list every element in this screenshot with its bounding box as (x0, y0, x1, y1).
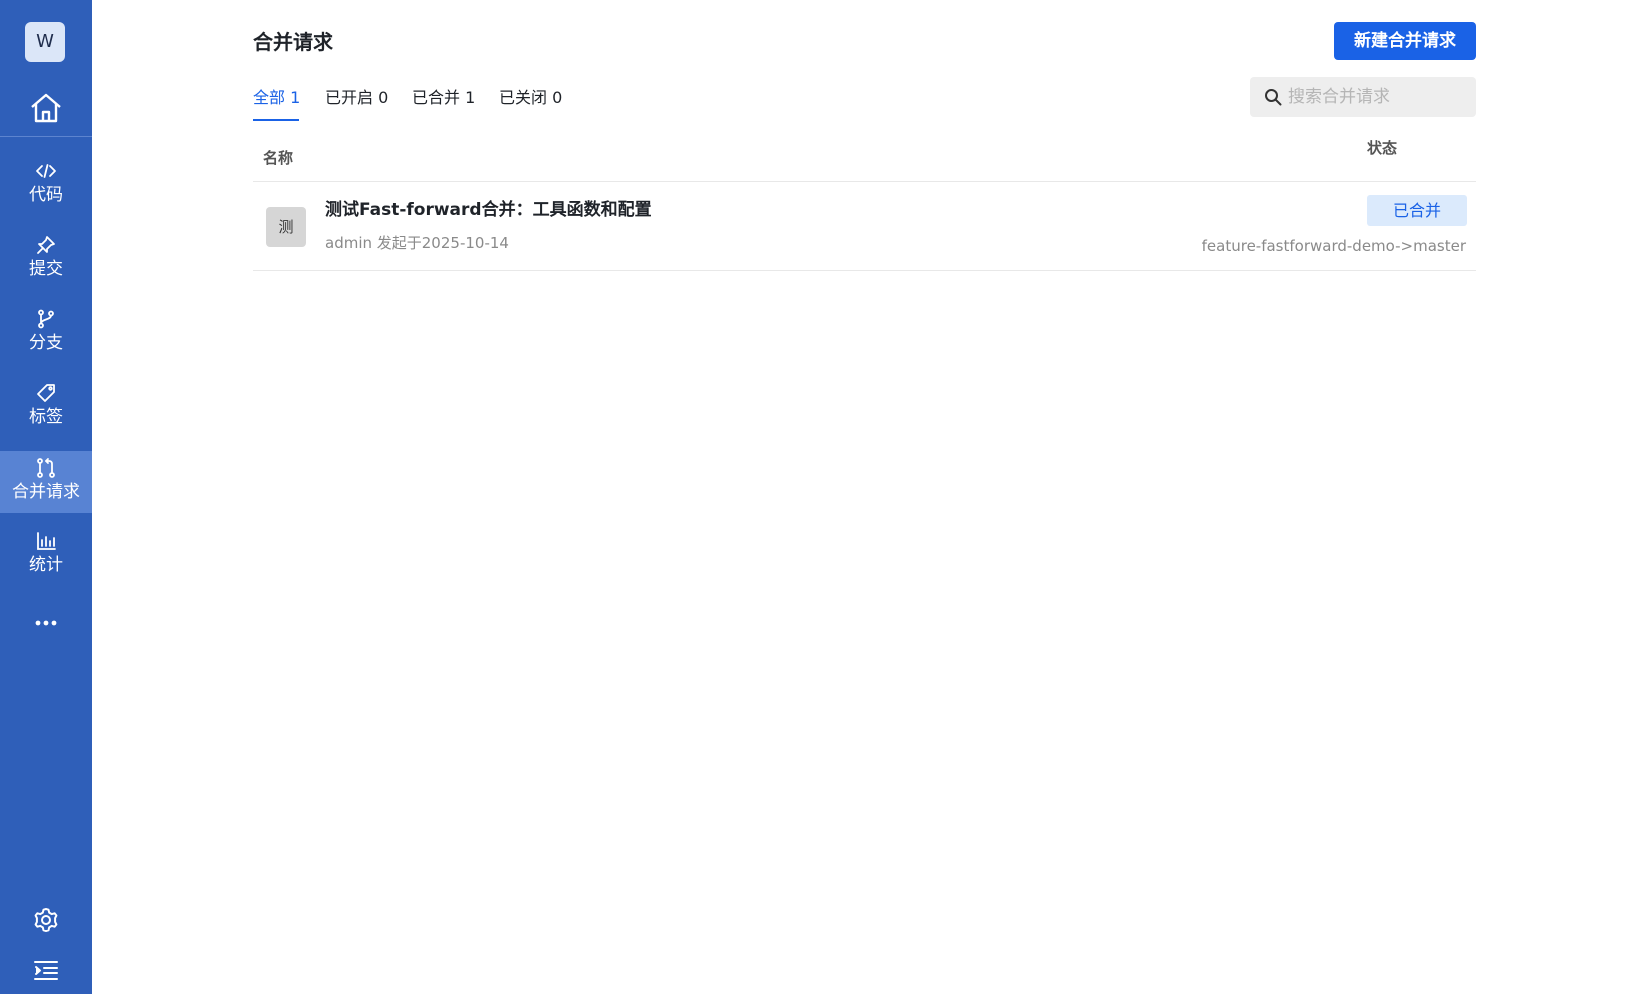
home-icon[interactable] (28, 90, 64, 126)
branch-info: feature-fastforward-demo->master (1201, 237, 1466, 255)
merge-request-icon (37, 458, 55, 478)
tab-closed[interactable]: 已关闭 0 (499, 86, 562, 110)
tab-all[interactable]: 全部 1 (253, 86, 300, 110)
bar-chart-icon (37, 532, 56, 550)
sidebar: W 代码 提交 分支 标签 合并请求 统计 (0, 0, 92, 994)
sidebar-item-label: 标签 (29, 407, 63, 427)
table-divider (253, 270, 1476, 271)
branch-icon (38, 309, 54, 329)
sidebar-item-code[interactable]: 代码 (0, 160, 92, 222)
sidebar-item-label: 统计 (29, 555, 63, 575)
merge-request-meta: admin 发起于2025-10-14 (325, 234, 509, 252)
new-merge-request-button[interactable]: 新建合并请求 (1334, 22, 1476, 60)
sidebar-item-label: 合并请求 (12, 482, 80, 502)
search-box[interactable] (1250, 77, 1476, 117)
search-icon (1265, 89, 1282, 106)
status-badge: 已合并 (1367, 195, 1467, 226)
merge-request-title[interactable]: 测试Fast-forward合并：工具函数和配置 (325, 198, 652, 222)
pin-icon (37, 236, 55, 254)
column-header-status: 状态 (1367, 139, 1398, 157)
active-tab-indicator (253, 119, 299, 121)
sidebar-item-label: 代码 (29, 185, 63, 205)
tag-icon (37, 384, 55, 402)
collapse-sidebar-icon[interactable] (33, 959, 59, 981)
page-title: 合并请求 (253, 30, 333, 54)
sidebar-item-merge-requests[interactable]: 合并请求 (0, 451, 92, 513)
code-icon (36, 164, 56, 178)
column-header-name: 名称 (263, 149, 294, 167)
sidebar-item-tags[interactable]: 标签 (0, 382, 92, 444)
search-input[interactable] (1288, 77, 1468, 117)
merge-request-avatar: 测 (266, 207, 306, 247)
sidebar-item-label: 提交 (29, 259, 63, 279)
user-avatar[interactable]: W (25, 22, 65, 62)
gear-icon[interactable] (32, 906, 60, 934)
tab-open[interactable]: 已开启 0 (325, 86, 388, 110)
sidebar-item-label: 分支 (29, 333, 63, 353)
tab-merged[interactable]: 已合并 1 (412, 86, 475, 110)
sidebar-item-branches[interactable]: 分支 (0, 308, 92, 370)
more-icon[interactable] (33, 618, 59, 628)
sidebar-divider (0, 136, 92, 137)
table-divider (253, 181, 1476, 182)
sidebar-item-stats[interactable]: 统计 (0, 530, 92, 592)
sidebar-item-commits[interactable]: 提交 (0, 234, 92, 296)
